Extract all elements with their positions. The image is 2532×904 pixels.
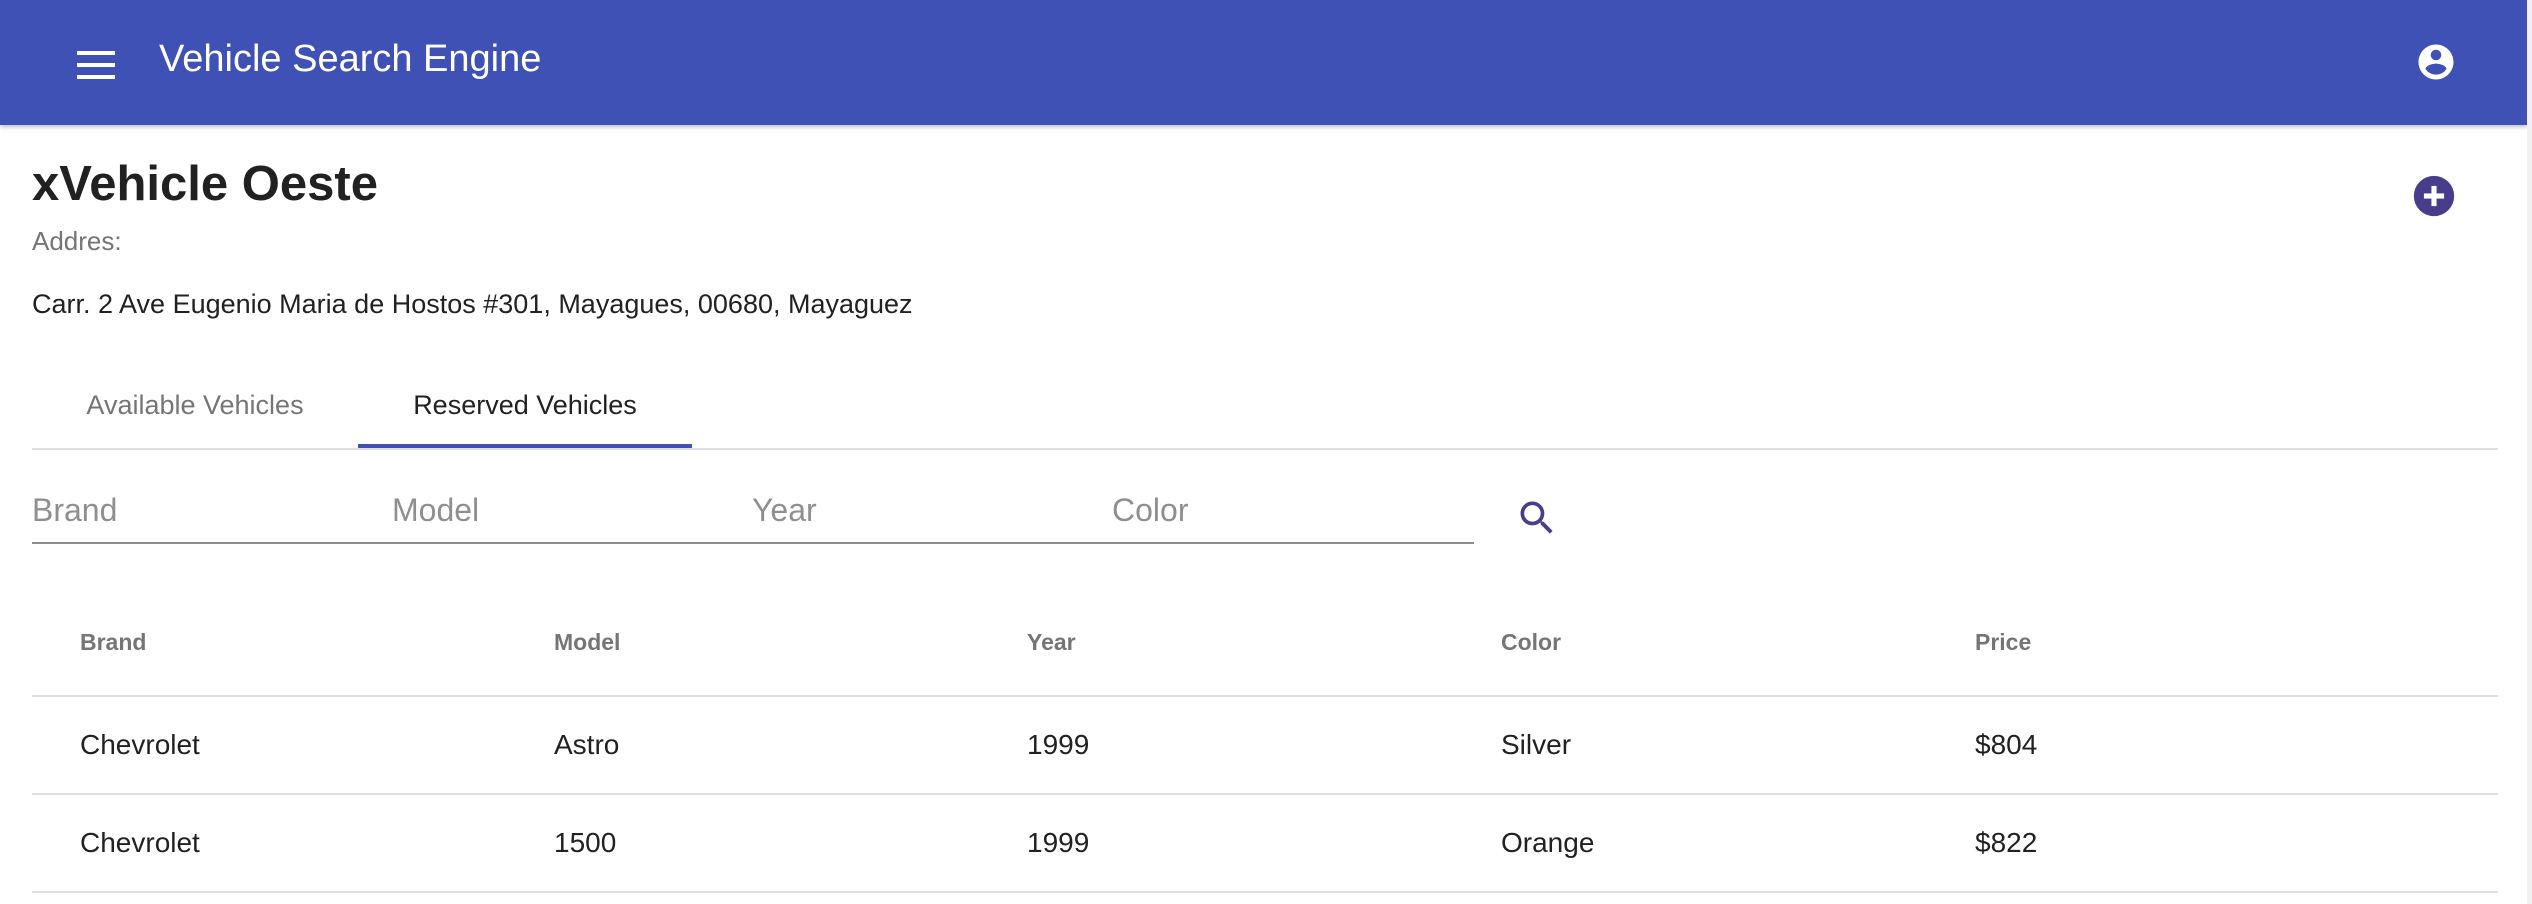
reserved-vehicles-table: Brand Model Year Color Price Chevrolet A… (32, 590, 2498, 893)
header-model: Model (554, 629, 621, 655)
cell-price: $822 (1975, 827, 2038, 858)
app-root: Vehicle Search Engine xVehicle Oeste Add… (0, 0, 2532, 904)
cell-brand: Chevrolet (80, 827, 200, 858)
cell-year: 1999 (1027, 827, 1090, 858)
table-row[interactable]: Chevrolet 1500 1999 Orange $822 (32, 795, 2498, 893)
add-vehicle-button[interactable] (2412, 174, 2456, 218)
cell-model: Astro (554, 729, 620, 760)
cell-year: 1999 (1027, 729, 1090, 760)
year-filter-input[interactable] (752, 480, 1092, 540)
menu-icon (77, 51, 115, 79)
table-header-row: Brand Model Year Color Price (32, 590, 2498, 697)
active-tab-indicator (358, 444, 692, 448)
dealer-name: xVehicle Oeste (32, 157, 378, 211)
tab-reserved-vehicles[interactable]: Reserved Vehicles (358, 362, 692, 448)
page-scrollbar-track[interactable] (2527, 0, 2532, 904)
cell-price: $804 (1975, 729, 2038, 760)
cell-color: Silver (1501, 729, 1572, 760)
color-filter-input[interactable] (1112, 480, 1452, 540)
brand-filter-input[interactable] (32, 480, 372, 540)
cell-color: Orange (1501, 827, 1595, 858)
header-color: Color (1501, 629, 1562, 655)
tab-available-vehicles[interactable]: Available Vehicles (32, 362, 358, 448)
add-circle-icon (2413, 175, 2455, 217)
header-year: Year (1027, 629, 1076, 655)
search-button[interactable] (1505, 486, 1569, 550)
account-circle-icon (2418, 44, 2454, 80)
cell-model: 1500 (554, 827, 617, 858)
top-app-bar: Vehicle Search Engine (0, 0, 2527, 125)
search-icon (1520, 501, 1553, 534)
account-button[interactable] (2404, 30, 2468, 94)
address-label: Addres: (32, 226, 122, 256)
header-price: Price (1975, 629, 2032, 655)
app-title: Vehicle Search Engine (159, 38, 542, 80)
model-filter-input[interactable] (392, 480, 732, 540)
menu-button[interactable] (64, 33, 128, 97)
vehicle-tabs: Available Vehicles Reserved Vehicles (32, 362, 2498, 450)
table-row[interactable]: Chevrolet Astro 1999 Silver $804 (32, 697, 2498, 795)
cell-brand: Chevrolet (80, 729, 200, 760)
header-brand: Brand (80, 629, 147, 655)
filter-bar (32, 480, 1474, 544)
address-value: Carr. 2 Ave Eugenio Maria de Hostos #301… (32, 289, 913, 319)
